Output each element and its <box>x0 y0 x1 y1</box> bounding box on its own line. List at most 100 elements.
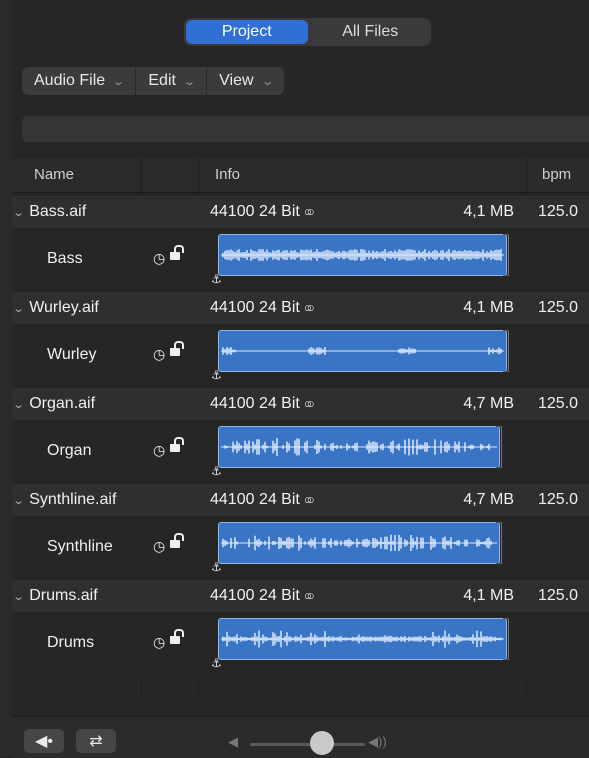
file-format: 44100 24 Bit <box>210 587 300 604</box>
file-row[interactable]: ⌄ Drums.aif 44100 24 Bit ○○ 4,1 MB 125.0 <box>12 580 589 612</box>
file-format: 44100 24 Bit <box>210 395 300 412</box>
file-name-cell: ⌄ Wurley.aif <box>12 299 99 317</box>
audio-region-waveform[interactable] <box>218 618 507 660</box>
region-end-marker <box>496 522 502 564</box>
audio-region-waveform[interactable] <box>218 426 500 468</box>
file-row[interactable]: ⌄ Bass.aif 44100 24 Bit ○○ 4,1 MB 125.0 <box>12 196 589 228</box>
waveform-graphic <box>221 630 504 648</box>
audio-region-waveform[interactable] <box>218 234 507 276</box>
file-name-cell: ⌄ Bass.aif <box>12 203 87 221</box>
lock-open-icon[interactable] <box>170 341 184 356</box>
column-header-name[interactable]: Name <box>34 166 74 183</box>
volume-slider[interactable] <box>250 743 365 746</box>
file-bpm: 125.0 <box>538 587 579 604</box>
file-name: Bass.aif <box>29 203 87 220</box>
region-row[interactable]: Synthline ◷ ⚓ <box>12 516 589 580</box>
chevron-down-icon[interactable]: ⌄ <box>12 398 25 411</box>
lock-open-icon[interactable] <box>170 245 184 260</box>
file-bpm: 125.0 <box>538 395 579 412</box>
clock-icon: ◷ <box>153 634 166 650</box>
audio-region-waveform[interactable] <box>218 330 507 372</box>
browser-footer: ◀• ⇄ ◀ ◀)) <box>12 716 589 758</box>
chevron-down-icon: ⌄ <box>112 75 126 88</box>
anchor-icon[interactable]: ⚓ <box>211 560 222 574</box>
lock-open-icon[interactable] <box>170 437 184 452</box>
local-menu-bar: Audio File ⌄ Edit ⌄ View ⌄ <box>22 67 284 95</box>
file-format: 44100 24 Bit <box>210 491 300 508</box>
region-end-marker <box>496 426 502 468</box>
search-input[interactable] <box>22 116 589 142</box>
volume-low-icon: ◀ <box>228 734 238 749</box>
file-name: Organ.aif <box>29 395 96 412</box>
column-header-bpm[interactable]: bpm <box>542 166 571 183</box>
waveform-graphic <box>221 347 504 355</box>
edit-menu[interactable]: Edit ⌄ <box>136 67 208 95</box>
loop-icon: ⇄ <box>89 733 103 750</box>
clock-icon: ◷ <box>153 346 166 362</box>
file-info: 44100 24 Bit ○○ <box>210 299 314 317</box>
volume-slider-knob[interactable] <box>310 731 334 755</box>
clock-icon: ◷ <box>153 442 166 458</box>
file-size: 4,7 MB <box>463 491 514 508</box>
region-name: Wurley <box>47 346 97 363</box>
file-bpm: 125.0 <box>538 299 579 316</box>
file-row[interactable]: ⌄ Organ.aif 44100 24 Bit ○○ 4,7 MB 125.0 <box>12 388 589 420</box>
audio-file-menu-label: Audio File <box>34 72 106 89</box>
chevron-down-icon[interactable]: ⌄ <box>12 494 25 507</box>
file-size: 4,1 MB <box>463 587 514 604</box>
region-name: Bass <box>47 250 83 267</box>
file-name: Synthline.aif <box>29 491 117 508</box>
stereo-icon: ○○ <box>303 396 314 411</box>
audio-file-menu[interactable]: Audio File ⌄ <box>22 67 137 95</box>
tab-all-files[interactable]: All Files <box>310 18 432 46</box>
file-row[interactable]: ⌄ Wurley.aif 44100 24 Bit ○○ 4,1 MB 125.0 <box>12 292 589 324</box>
file-info: 44100 24 Bit ○○ <box>210 587 314 605</box>
chevron-down-icon[interactable]: ⌄ <box>12 590 25 603</box>
waveform-graphic <box>221 534 497 552</box>
file-name-cell: ⌄ Organ.aif <box>12 395 96 413</box>
file-name: Wurley.aif <box>29 299 99 316</box>
region-end-marker <box>503 618 509 660</box>
anchor-icon[interactable]: ⚓ <box>211 464 222 478</box>
table-header: Name Info bpm <box>12 158 589 193</box>
stereo-icon: ○○ <box>303 492 314 507</box>
lock-open-icon[interactable] <box>170 533 184 548</box>
region-row[interactable]: Drums ◷ ⚓ <box>12 612 589 676</box>
file-format: 44100 24 Bit <box>210 299 300 316</box>
region-row[interactable]: Wurley ◷ ⚓ <box>12 324 589 388</box>
waveform-graphic <box>221 438 497 456</box>
chevron-down-icon: ⌄ <box>183 75 197 88</box>
file-format: 44100 24 Bit <box>210 203 300 220</box>
anchor-icon[interactable]: ⚓ <box>211 368 222 382</box>
view-menu[interactable]: View ⌄ <box>207 67 284 95</box>
anchor-icon[interactable]: ⚓ <box>211 272 222 286</box>
file-info: 44100 24 Bit ○○ <box>210 203 314 221</box>
file-size: 4,1 MB <box>463 203 514 220</box>
file-row[interactable]: ⌄ Synthline.aif 44100 24 Bit ○○ 4,7 MB 12… <box>12 484 589 516</box>
file-size: 4,7 MB <box>463 395 514 412</box>
file-bpm: 125.0 <box>538 491 579 508</box>
tab-project[interactable]: Project <box>186 20 308 44</box>
clock-icon: ◷ <box>153 250 166 266</box>
preview-button[interactable]: ◀• <box>24 729 64 753</box>
waveform-graphic <box>221 249 504 261</box>
anchor-icon[interactable]: ⚓ <box>211 656 222 670</box>
stereo-icon: ○○ <box>303 588 314 603</box>
region-row[interactable]: Organ ◷ ⚓ <box>12 420 589 484</box>
chevron-down-icon[interactable]: ⌄ <box>12 206 25 219</box>
loop-button[interactable]: ⇄ <box>76 729 116 753</box>
edit-menu-label: Edit <box>148 72 176 89</box>
audio-region-waveform[interactable] <box>218 522 500 564</box>
speaker-icon: ◀• <box>35 733 53 750</box>
file-name: Drums.aif <box>29 587 98 604</box>
region-name: Drums <box>47 634 95 651</box>
region-row[interactable]: Bass ◷ ⚓ <box>12 228 589 292</box>
file-bpm: 125.0 <box>538 203 579 220</box>
view-menu-label: View <box>219 72 254 89</box>
chevron-down-icon: ⌄ <box>260 75 274 88</box>
column-header-info[interactable]: Info <box>215 166 240 183</box>
view-switcher: Project All Files <box>184 18 431 46</box>
chevron-down-icon[interactable]: ⌄ <box>12 302 25 315</box>
lock-open-icon[interactable] <box>170 629 184 644</box>
file-info: 44100 24 Bit ○○ <box>210 491 314 509</box>
